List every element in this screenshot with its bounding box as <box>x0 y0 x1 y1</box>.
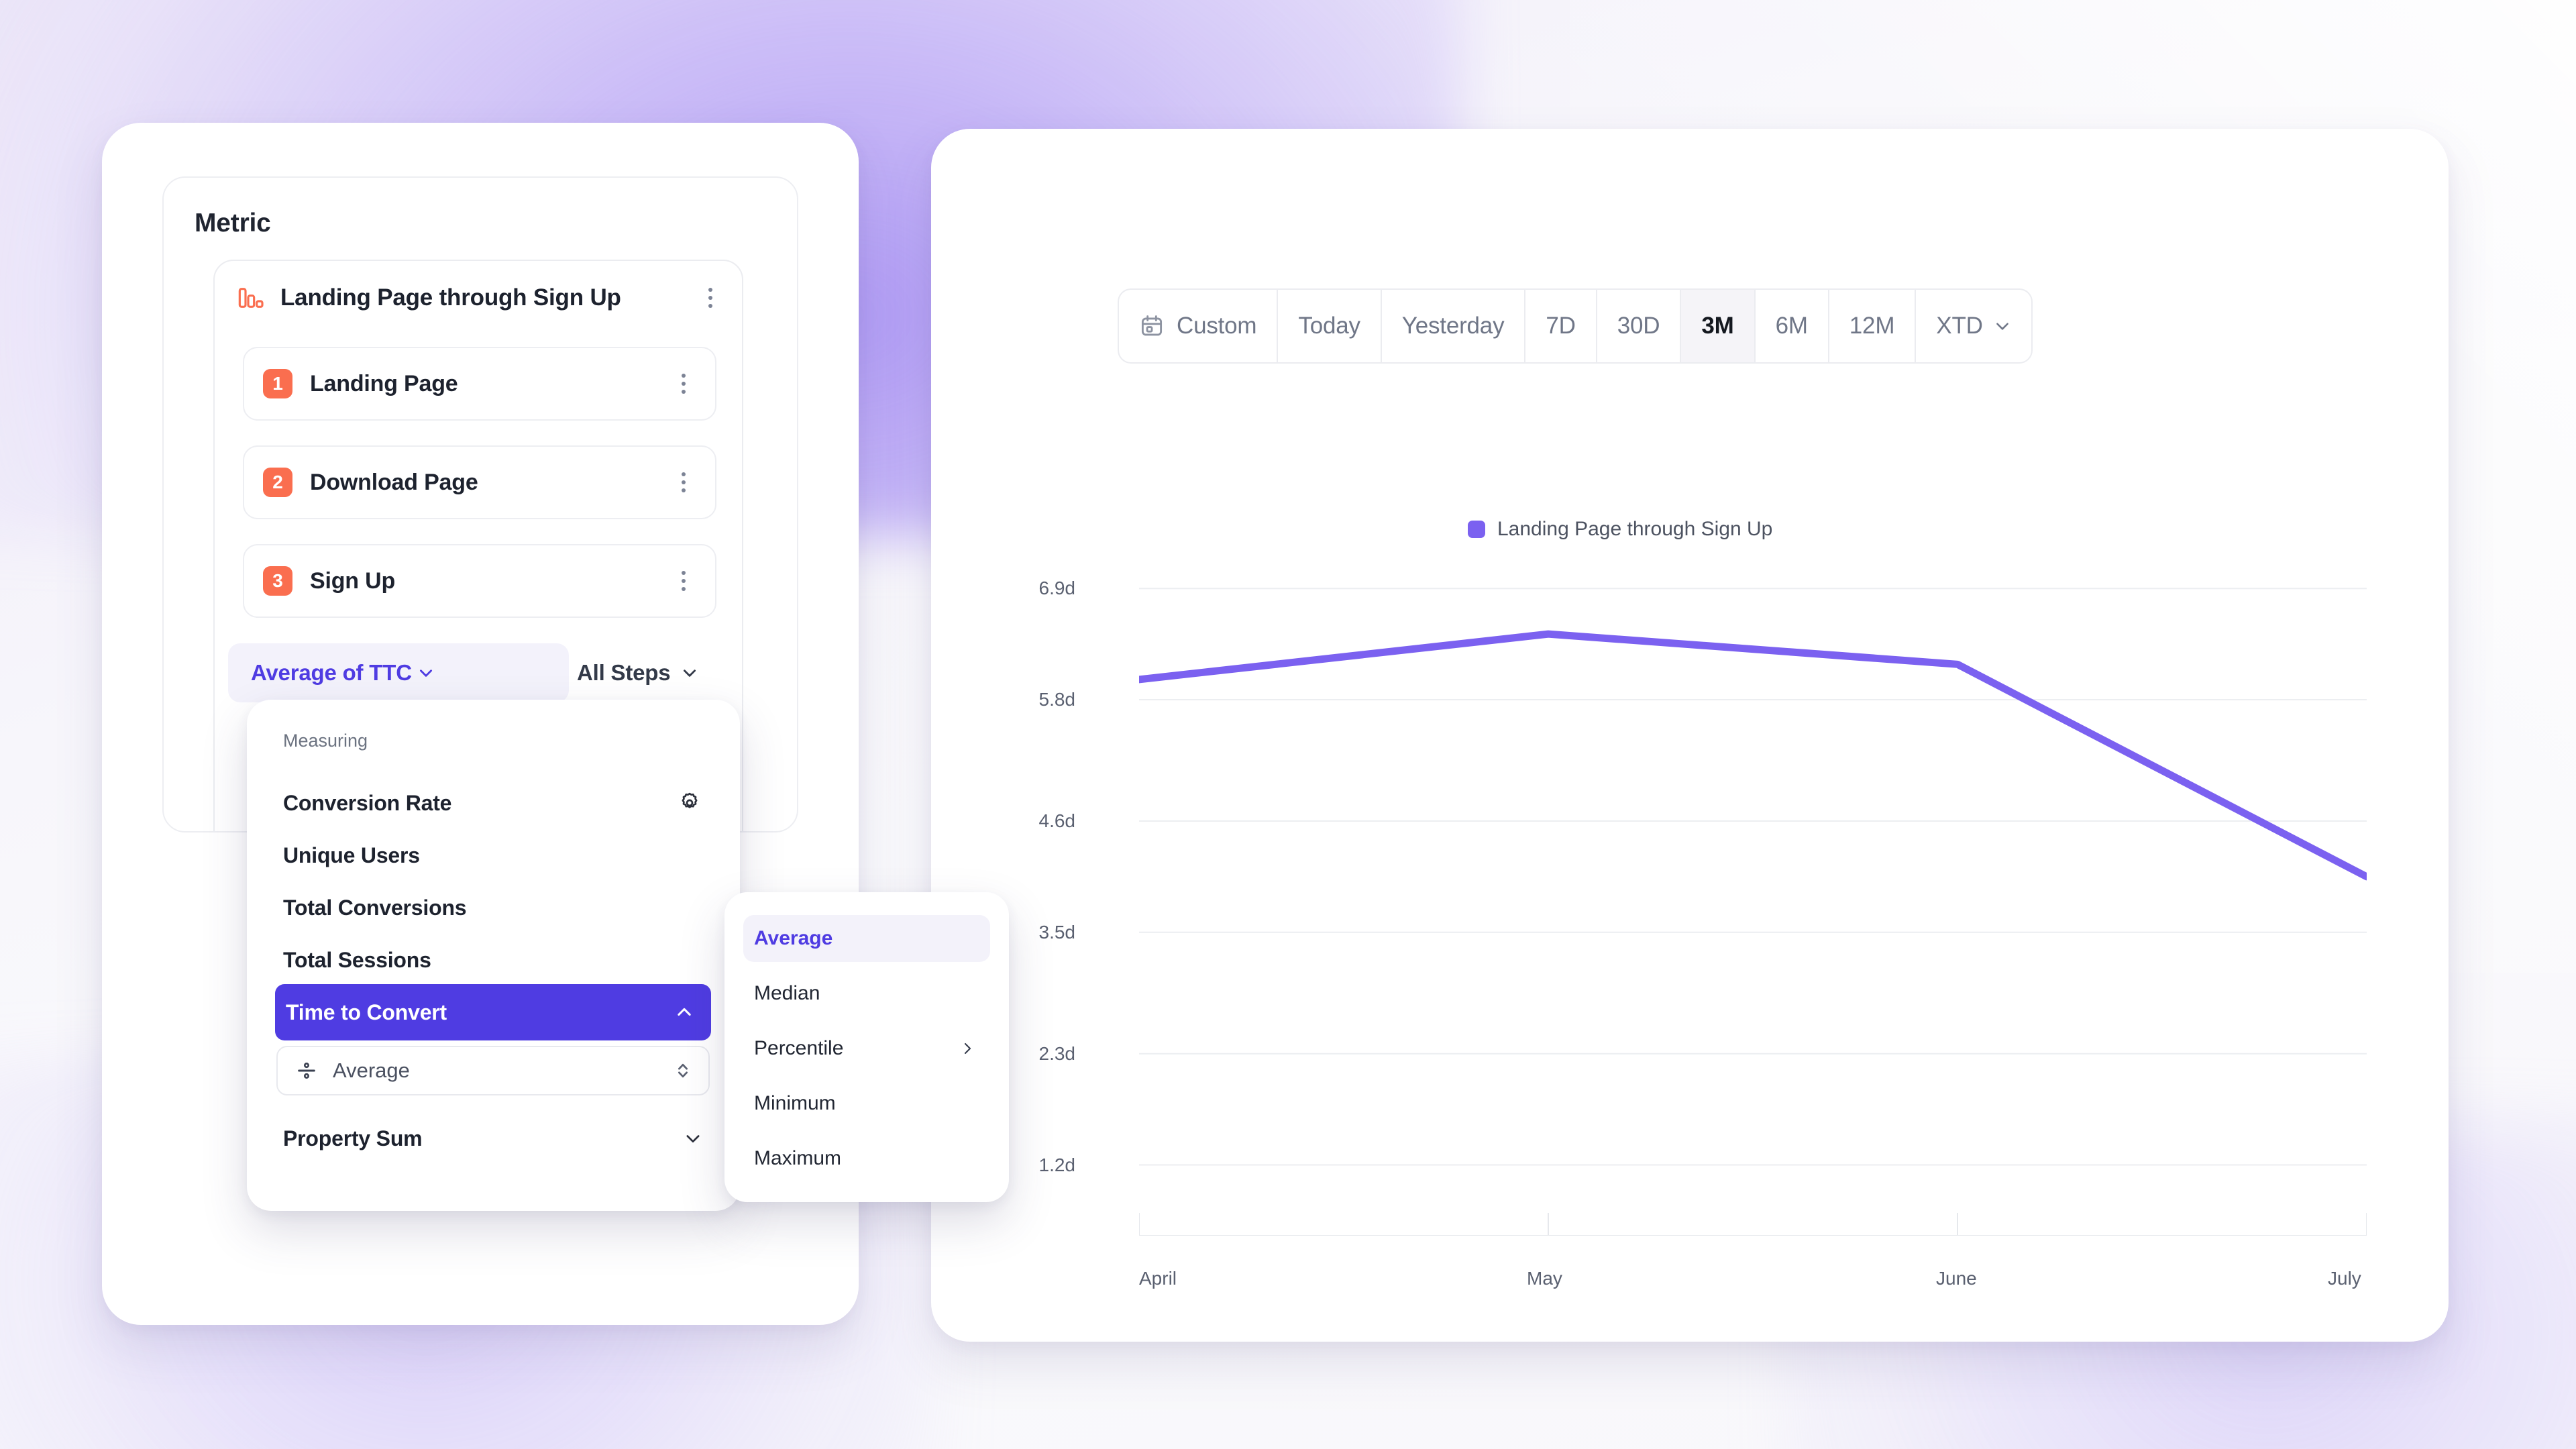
table-row[interactable]: 3 Sign Up <box>243 544 716 618</box>
x-axis-tick-label: May <box>1527 1268 1562 1289</box>
range-option-label: 12M <box>1849 313 1895 339</box>
submenu-item-median[interactable]: Median <box>743 970 990 1017</box>
descending-bars-icon <box>238 288 264 308</box>
step-number-badge: 1 <box>263 369 292 398</box>
measure-selector-button[interactable]: Average of TTC <box>228 643 569 702</box>
chart-legend: Landing Page through Sign Up <box>1468 518 1772 541</box>
menu-item-label: Total Conversions <box>283 895 467 920</box>
page-title: Metric <box>195 209 271 237</box>
chevron-down-icon <box>684 669 696 677</box>
menu-item-label: Time to Convert <box>286 1000 447 1024</box>
aggregation-value: Average <box>333 1059 410 1082</box>
range-option-12m[interactable]: 12M <box>1829 290 1917 362</box>
chart-plot-area <box>1139 588 2367 1236</box>
date-range-selector: Custom Today Yesterday 7D 30D 3M 6M 12M … <box>1118 288 2033 364</box>
step-more-options-button[interactable] <box>672 372 695 395</box>
chevron-right-icon <box>964 1042 971 1055</box>
step-number-badge: 2 <box>263 468 292 497</box>
submenu-item-minimum[interactable]: Minimum <box>743 1080 990 1127</box>
menu-item-label: Unique Users <box>283 843 420 867</box>
measure-dropdown-menu: Measuring Conversion Rate Unique Users T… <box>247 700 740 1211</box>
selector-row: Average of TTC All Steps <box>215 643 742 704</box>
submenu-item-label: Percentile <box>754 1037 844 1059</box>
y-axis-tick-label: 4.6d <box>1038 810 1076 831</box>
menu-item-time-to-convert[interactable]: Time to Convert <box>275 984 711 1040</box>
funnel-more-options-button[interactable] <box>699 286 722 309</box>
range-option-custom[interactable]: Custom <box>1119 290 1279 362</box>
chart-panel: Custom Today Yesterday 7D 30D 3M 6M 12M … <box>931 129 2449 1342</box>
x-axis-tick-label: June <box>1936 1268 1977 1289</box>
range-option-today[interactable]: Today <box>1278 290 1382 362</box>
range-option-label: 7D <box>1546 313 1576 339</box>
steps-filter-button[interactable]: All Steps <box>577 643 698 702</box>
submenu-item-label: Median <box>754 982 820 1004</box>
submenu-item-percentile[interactable]: Percentile <box>743 1025 990 1072</box>
range-option-xtd[interactable]: XTD <box>1916 290 2031 362</box>
aggregation-select[interactable]: Average <box>276 1046 710 1095</box>
funnel-header[interactable]: Landing Page through Sign Up <box>215 261 742 335</box>
range-option-label: XTD <box>1936 313 1983 339</box>
step-more-options-button[interactable] <box>672 570 695 592</box>
submenu-item-maximum[interactable]: Maximum <box>743 1135 990 1182</box>
range-option-yesterday[interactable]: Yesterday <box>1382 290 1526 362</box>
chevron-down-icon <box>1996 323 2008 330</box>
funnel-name: Landing Page through Sign Up <box>280 284 621 311</box>
x-axis-tick-label: July <box>2328 1268 2361 1289</box>
menu-item-label: Property Sum <box>283 1126 423 1150</box>
submenu-item-label: Minimum <box>754 1092 836 1114</box>
measure-selector-label: Average of TTC <box>251 660 412 685</box>
chevron-up-down-icon[interactable] <box>675 1059 691 1082</box>
chevron-up-icon <box>678 1008 691 1016</box>
menu-item-label: Total Sessions <box>283 947 431 972</box>
submenu-item-label: Maximum <box>754 1147 842 1169</box>
legend-label: Landing Page through Sign Up <box>1497 518 1773 540</box>
gear-icon[interactable] <box>677 790 702 816</box>
range-option-7d[interactable]: 7D <box>1525 290 1597 362</box>
range-option-3m[interactable]: 3M <box>1681 290 1756 362</box>
menu-item-total-sessions[interactable]: Total Sessions <box>283 938 702 981</box>
step-more-options-button[interactable] <box>672 471 695 494</box>
range-option-label: 6M <box>1775 313 1808 339</box>
range-option-label: Today <box>1298 313 1360 339</box>
step-label: Landing Page <box>310 370 458 396</box>
x-axis-tick-label: April <box>1139 1268 1177 1289</box>
chevron-down-icon <box>420 669 432 677</box>
table-row[interactable]: 1 Landing Page <box>243 347 716 421</box>
submenu-item-average[interactable]: Average <box>743 915 990 962</box>
step-number-badge: 3 <box>263 566 292 596</box>
table-row[interactable]: 2 Download Page <box>243 445 716 519</box>
range-option-30d[interactable]: 30D <box>1597 290 1682 362</box>
step-label: Download Page <box>310 469 478 495</box>
legend-swatch <box>1468 521 1485 538</box>
line-chart: Landing Page through Sign Up 6.9d 5.8d 4.6… <box>1038 518 2367 1330</box>
menu-item-unique-users[interactable]: Unique Users <box>283 834 702 877</box>
divide-icon <box>298 1063 315 1079</box>
range-option-label: Custom <box>1177 313 1257 339</box>
menu-item-conversion-rate[interactable]: Conversion Rate <box>283 782 702 824</box>
menu-item-property-sum[interactable]: Property Sum <box>283 1117 702 1160</box>
y-axis-tick-label: 5.8d <box>1038 689 1076 710</box>
range-option-label: 3M <box>1701 313 1734 339</box>
steps-filter-label: All Steps <box>577 660 671 685</box>
step-label: Sign Up <box>310 568 396 594</box>
calendar-icon <box>1141 315 1163 336</box>
y-axis-tick-label: 6.9d <box>1038 578 1076 599</box>
range-option-label: Yesterday <box>1401 313 1505 339</box>
range-option-label: 30D <box>1617 313 1660 339</box>
menu-item-total-conversions[interactable]: Total Conversions <box>283 886 702 929</box>
aggregation-submenu: Average Median Percentile Minimum Maximu… <box>724 892 1009 1202</box>
menu-item-label: Conversion Rate <box>283 790 452 815</box>
menu-section-caption: Measuring <box>283 731 368 751</box>
range-option-6m[interactable]: 6M <box>1756 290 1829 362</box>
submenu-item-label: Average <box>754 927 833 949</box>
chevron-down-icon <box>686 1135 700 1143</box>
